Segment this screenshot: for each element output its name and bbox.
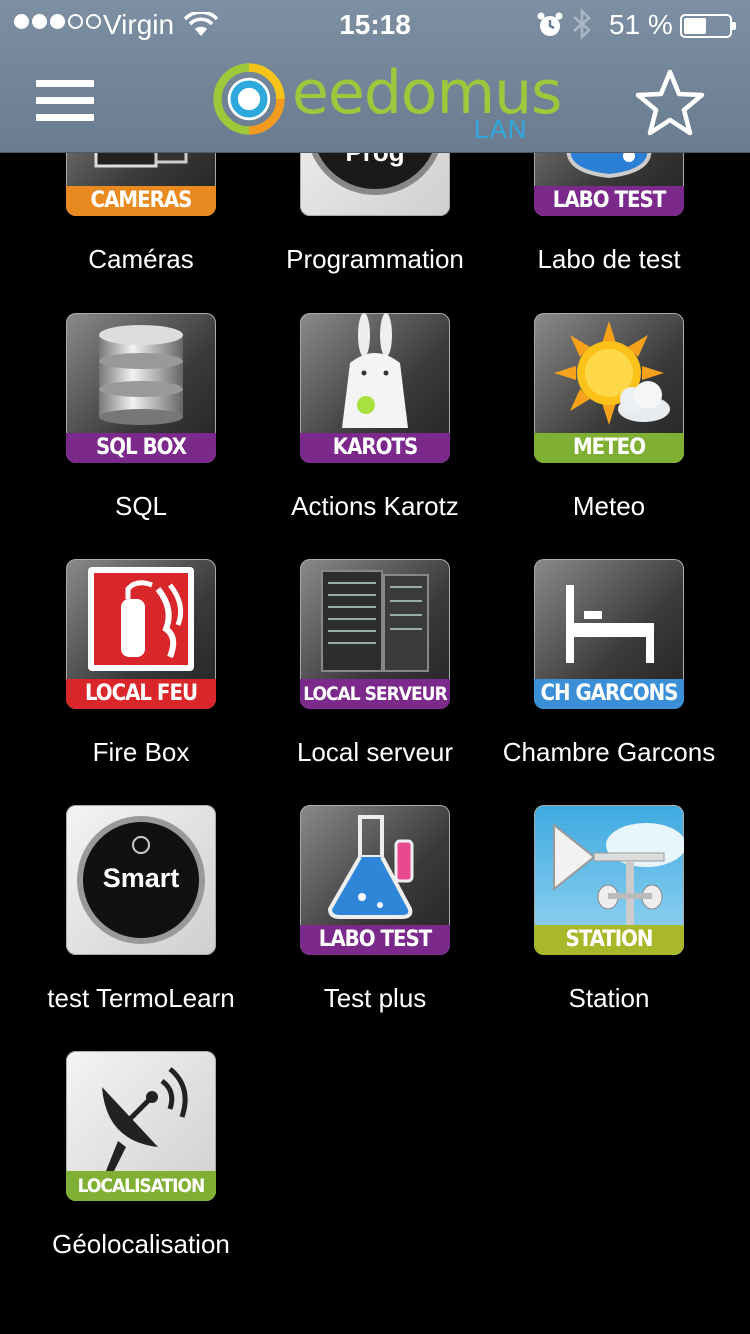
status-bar: Virgin 15:18 51 %: [0, 0, 750, 52]
tile-geolocalisation[interactable]: LOCALISATION Géolocalisation: [24, 1051, 258, 1297]
tile-label: Test plus: [323, 983, 427, 1013]
tile-label: Meteo: [572, 491, 646, 521]
tile-test-plus[interactable]: LABO TEST Test plus: [258, 805, 492, 1051]
battery-icon: [680, 14, 736, 38]
bed-icon: CH GARCONS: [534, 559, 684, 709]
satellite-dish-icon: LOCALISATION: [66, 1051, 216, 1201]
tile-label: Programmation: [286, 244, 464, 274]
tile-label: Caméras: [88, 244, 194, 274]
tile-fire-box[interactable]: LOCAL FEU Fire Box: [24, 559, 258, 805]
tile-banner: LOCALISATION: [66, 1171, 216, 1201]
tile-banner: LOCAL SERVEUR: [300, 679, 450, 709]
tile-banner: SQL BOX: [66, 433, 216, 463]
device-grid: CAMERAS Caméras Prog Programmation LABO …: [0, 0, 750, 1334]
star-icon[interactable]: [634, 68, 706, 136]
tile-banner: METEO: [534, 433, 684, 463]
hamburger-menu-icon[interactable]: [36, 80, 94, 124]
tile-label: Chambre Garcons: [502, 737, 716, 767]
tile-label: test TermoLearn: [47, 983, 235, 1013]
fire-extinguisher-icon: LOCAL FEU: [66, 559, 216, 709]
smart-label: Smart: [102, 863, 180, 893]
tile-label: Station: [568, 983, 650, 1013]
database-icon: SQL BOX: [66, 313, 216, 463]
top-bar: Virgin 15:18 51 % eedomus LAN: [0, 0, 750, 153]
tile-label: Labo de test: [537, 244, 681, 274]
bluetooth-icon: [573, 8, 591, 40]
tile-meteo[interactable]: METEO Meteo: [492, 313, 726, 559]
flask-icon: LABO TEST: [300, 805, 450, 955]
tile-banner: LABO TEST: [300, 925, 450, 955]
tile-label: Géolocalisation: [52, 1229, 230, 1259]
tile-sql[interactable]: SQL BOX SQL: [24, 313, 258, 559]
sun-cloud-icon: METEO: [534, 313, 684, 463]
battery-percent: 51 %: [609, 9, 673, 40]
alarm-icon: [537, 12, 563, 36]
server-rack-icon: LOCAL SERVEUR: [300, 559, 450, 709]
weather-vane-icon: STATION: [534, 805, 684, 955]
tile-banner: CH GARCONS: [534, 679, 684, 709]
tile-banner: LOCAL FEU: [66, 679, 216, 709]
logo-subtitle: LAN: [474, 114, 528, 144]
tile-chambre-garcons[interactable]: CH GARCONS Chambre Garcons: [492, 559, 726, 805]
tile-label: SQL: [114, 491, 168, 521]
tile-test-termolearn[interactable]: Smart test TermoLearn: [24, 805, 258, 1051]
tile-banner: STATION: [534, 925, 684, 955]
tile-actions-karotz[interactable]: KAROTS Actions Karotz: [258, 313, 492, 559]
tile-label: Actions Karotz: [291, 491, 459, 521]
smart-thermostat-icon: Smart: [66, 805, 216, 955]
rabbit-icon: KAROTS: [300, 313, 450, 463]
tile-banner: CAMERAS: [66, 186, 216, 216]
tile-label: Fire Box: [92, 737, 190, 767]
tile-label: Local serveur: [296, 737, 454, 767]
navigation-bar: eedomus LAN: [0, 52, 750, 152]
tile-banner: KAROTS: [300, 433, 450, 463]
tile-station[interactable]: STATION Station: [492, 805, 726, 1051]
eedomus-logo: eedomus LAN: [212, 58, 562, 146]
tile-local-serveur[interactable]: LOCAL SERVEUR Local serveur: [258, 559, 492, 805]
tile-banner: LABO TEST: [534, 186, 684, 216]
